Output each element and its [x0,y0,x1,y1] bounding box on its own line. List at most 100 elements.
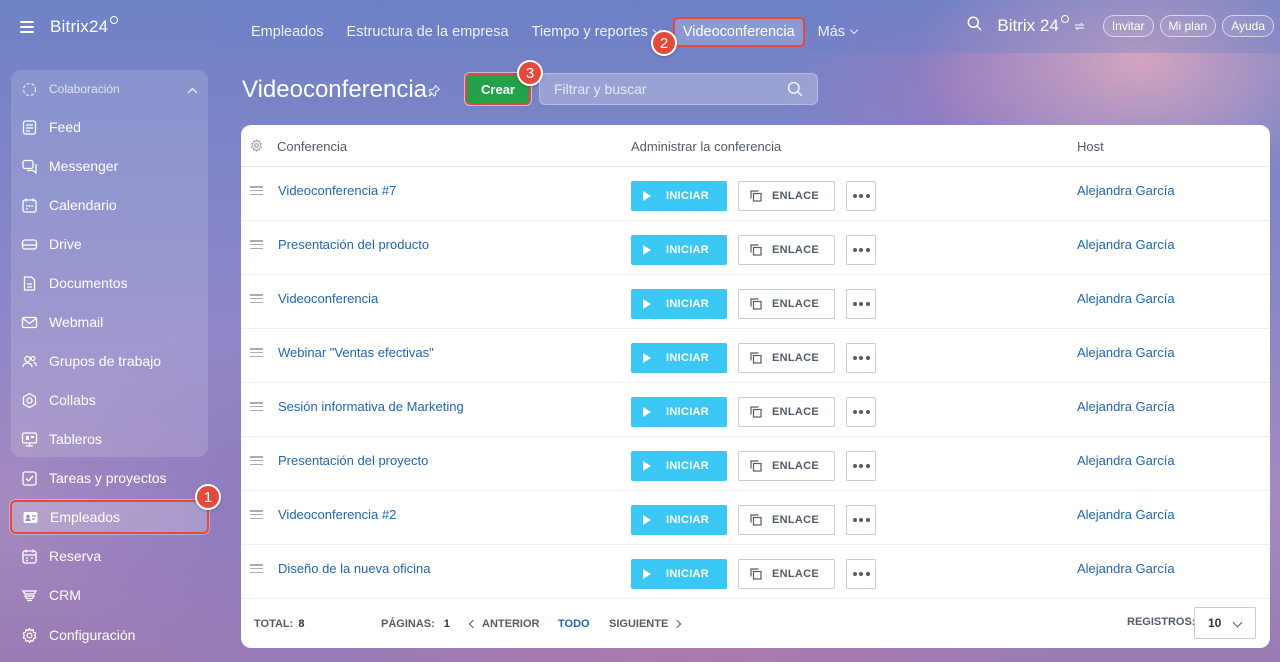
sidebar-item-tareas[interactable]: Tareas y proyectos [11,461,208,495]
more-actions-button[interactable] [846,451,876,481]
more-actions-button[interactable] [846,235,876,265]
start-button[interactable]: INICIAR [631,505,727,535]
menu-icon[interactable] [20,21,34,33]
more-actions-button[interactable] [846,397,876,427]
more-actions-button[interactable] [846,343,876,373]
conference-name-link[interactable]: Videoconferencia #7 [278,183,396,198]
search-icon[interactable] [787,81,803,102]
more-actions-button[interactable] [846,181,876,211]
drag-handle-icon[interactable] [250,240,263,249]
host-link[interactable]: Alejandra García [1077,237,1175,252]
drag-handle-icon[interactable] [250,186,263,195]
host-link[interactable]: Alejandra García [1077,183,1175,198]
brand-logo-top[interactable]: Bitrix 24 [997,15,1085,36]
column-header-host[interactable]: Host [1077,139,1104,154]
records-per-page-select[interactable]: 10 [1194,607,1256,639]
column-header-conference[interactable]: Conferencia [277,139,347,154]
link-label: ENLACE [772,460,820,472]
copy-link-button[interactable]: ENLACE [738,397,835,427]
start-button[interactable]: INICIAR [631,397,727,427]
tab-videoconferencia[interactable]: Videoconferencia [672,17,805,47]
table-row: Videoconferencia INICIAR ENLACE Alejandr… [241,275,1270,329]
conference-name-link[interactable]: Webinar "Ventas efectivas" [278,345,434,360]
tab-tiempo-reportes[interactable]: Tiempo y reportes [532,24,662,40]
table-row: Videoconferencia #2 INICIAR ENLACE Aleja… [241,491,1270,545]
sidebar-item-feed[interactable]: Feed [11,110,208,144]
drag-handle-icon[interactable] [250,510,263,519]
host-link[interactable]: Alejandra García [1077,399,1175,414]
sidebar-item-messenger[interactable]: Messenger [11,149,208,183]
more-actions-button[interactable] [846,505,876,535]
drag-handle-icon[interactable] [250,456,263,465]
host-link[interactable]: Alejandra García [1077,345,1175,360]
search-input[interactable] [540,74,780,104]
drag-handle-icon[interactable] [250,348,263,357]
link-label: ENLACE [772,298,820,310]
next-label: SIGUIENTE [609,618,669,630]
my-plan-button[interactable]: Mi plan [1159,15,1217,37]
conference-name-link[interactable]: Presentación del producto [278,237,429,252]
copy-link-button[interactable]: ENLACE [738,505,835,535]
pin-icon[interactable] [428,84,441,102]
tab-estructura[interactable]: Estructura de la empresa [347,24,509,40]
page-title: Videoconferencia [242,76,428,103]
start-button[interactable]: INICIAR [631,181,727,211]
invite-button[interactable]: Invitar [1102,15,1154,37]
sidebar-item-crm[interactable]: CRM [11,578,208,612]
next-page-button[interactable]: SIGUIENTE [609,618,682,630]
chevron-down-icon [1232,617,1243,628]
search-icon[interactable] [967,16,982,36]
start-button[interactable]: INICIAR [631,235,727,265]
conference-name-link[interactable]: Videoconferencia #2 [278,507,396,522]
sidebar-item-tableros[interactable]: Tableros [11,422,208,456]
drag-handle-icon[interactable] [250,294,263,303]
chevron-up-icon[interactable] [187,83,198,97]
host-link[interactable]: Alejandra García [1077,453,1175,468]
sidebar-item-grupos[interactable]: Grupos de trabajo [11,344,208,378]
copy-link-button[interactable]: ENLACE [738,343,835,373]
sidebar-item-reserva[interactable]: Reserva [11,539,208,573]
host-link[interactable]: Alejandra García [1077,507,1175,522]
drag-handle-icon[interactable] [250,564,263,573]
brand-logo[interactable]: Bitrix24 [50,17,108,37]
host-link[interactable]: Alejandra García [1077,291,1175,306]
gear-icon[interactable] [250,138,263,155]
copy-link-button[interactable]: ENLACE [738,235,835,265]
conference-name-link[interactable]: Videoconferencia [278,291,378,306]
mail-icon [21,314,38,331]
records-label: REGISTROS: [1127,616,1196,628]
more-actions-button[interactable] [846,289,876,319]
help-button[interactable]: Ayuda [1222,15,1274,37]
start-button[interactable]: INICIAR [631,559,727,589]
conference-name-link[interactable]: Diseño de la nueva oficina [278,561,431,576]
host-link[interactable]: Alejandra García [1077,561,1175,576]
conference-name-link[interactable]: Sesión informativa de Marketing [278,399,464,414]
copy-link-button[interactable]: ENLACE [738,559,835,589]
sidebar-section-collaboration[interactable]: Colaboración [11,72,208,106]
start-button[interactable]: INICIAR [631,343,727,373]
start-button[interactable]: INICIAR [631,451,727,481]
all-pages-button[interactable]: TODO [558,618,590,630]
column-header-manage[interactable]: Administrar la conferencia [631,139,781,154]
sidebar-item-webmail[interactable]: Webmail [11,305,208,339]
conference-name-link[interactable]: Presentación del proyecto [278,453,428,468]
drag-handle-icon[interactable] [250,402,263,411]
prev-page-button[interactable]: ANTERIOR [468,618,539,630]
filter-search-box[interactable] [539,73,818,105]
sidebar-item-documentos[interactable]: Documentos [11,266,208,300]
sidebar-item-collabs[interactable]: Collabs [11,383,208,417]
tab-empleados[interactable]: Empleados [251,24,324,40]
copy-link-button[interactable]: ENLACE [738,451,835,481]
tab-mas[interactable]: Más [818,24,859,40]
sidebar-item-drive[interactable]: Drive [11,227,208,261]
sidebar-item-configuracion[interactable]: Configuración [11,618,208,652]
sidebar-item-calendario[interactable]: Calendario [11,188,208,222]
sidebar-item-empleados[interactable]: Empleados [10,500,209,534]
copy-link-button[interactable]: ENLACE [738,181,835,211]
copy-link-button[interactable]: ENLACE [738,289,835,319]
sidebar-item-label: Webmail [49,314,104,330]
more-actions-button[interactable] [846,559,876,589]
start-button[interactable]: INICIAR [631,289,727,319]
gear-icon [21,626,38,644]
sidebar-item-label: CRM [49,587,81,603]
